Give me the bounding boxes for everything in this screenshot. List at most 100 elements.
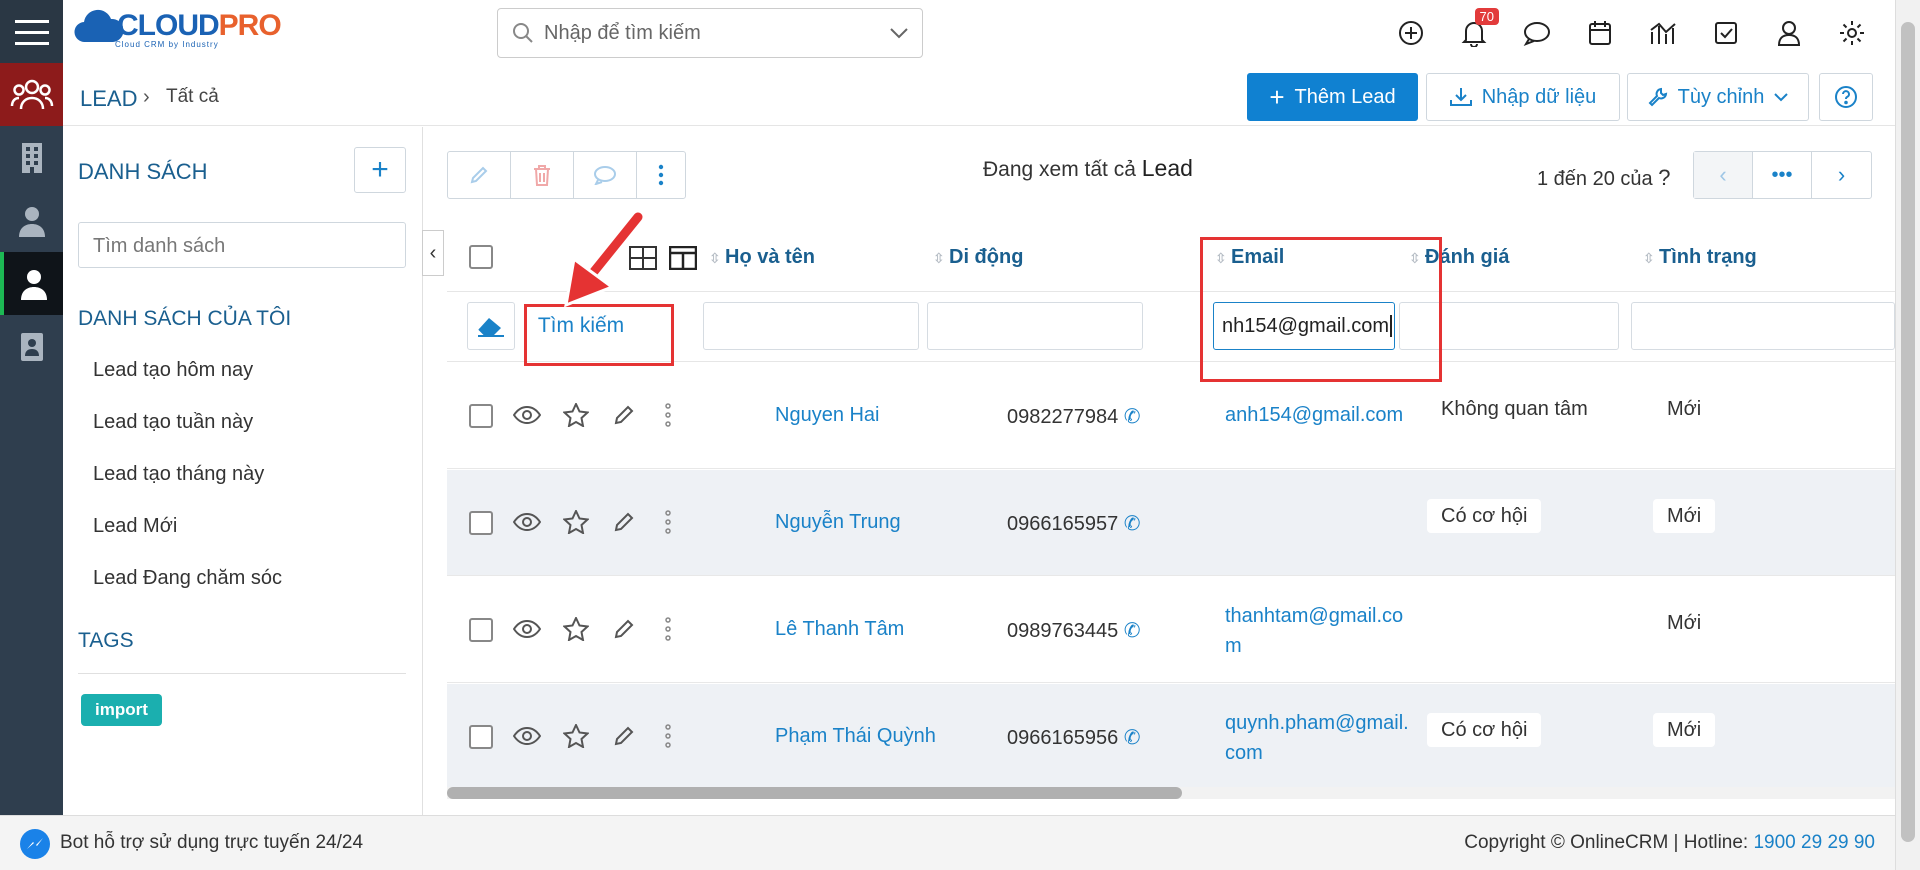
calendar-icon[interactable]: [1581, 14, 1619, 52]
row-checkbox[interactable]: [469, 511, 493, 535]
mobile-filter-input[interactable]: [927, 302, 1143, 350]
column-header-mobile[interactable]: ⇳ Di động: [933, 246, 1023, 269]
lead-phone-number: 0982277984: [1007, 406, 1119, 428]
row-checkbox[interactable]: [469, 404, 493, 428]
list-item[interactable]: Lead tạo hôm nay: [93, 359, 253, 382]
lead-status-value: Mới: [1667, 612, 1702, 634]
bell-icon[interactable]: 70: [1455, 8, 1499, 52]
row-checkbox[interactable]: [469, 725, 493, 749]
import-button[interactable]: Nhập dữ liệu: [1426, 73, 1620, 121]
pagination-total-help[interactable]: ?: [1658, 165, 1670, 190]
chevron-down-icon[interactable]: [890, 27, 908, 39]
horizontal-scrollbar-thumb[interactable]: [447, 787, 1182, 799]
add-lead-button[interactable]: + Thêm Lead: [1247, 73, 1418, 121]
lead-name[interactable]: Phạm Thái Quỳnh: [775, 725, 936, 748]
list-item[interactable]: Lead tạo tuần này: [93, 411, 253, 434]
edit-pencil-icon[interactable]: [613, 404, 635, 426]
list-search-input[interactable]: Tìm danh sách: [78, 222, 406, 268]
more-pages-icon[interactable]: •••: [1753, 152, 1812, 198]
eye-icon[interactable]: [513, 405, 541, 425]
nav-leads-group-icon[interactable]: [0, 63, 63, 126]
hotline-link[interactable]: 1900 29 29 90: [1753, 832, 1875, 853]
edit-pencil-icon[interactable]: [613, 725, 635, 747]
lead-email[interactable]: quynh.pham@gmail. com: [1225, 708, 1409, 768]
edit-pencil-icon[interactable]: [448, 152, 511, 198]
name-filter-input[interactable]: [703, 302, 919, 350]
next-page-chevron-icon[interactable]: ›: [1812, 152, 1871, 198]
select-all-checkbox[interactable]: [469, 245, 493, 269]
edit-pencil-icon[interactable]: [613, 511, 635, 533]
add-circle-icon[interactable]: [1392, 14, 1430, 52]
search-input[interactable]: Nhập để tìm kiếm: [544, 22, 890, 45]
clear-filter-eraser-icon[interactable]: [467, 302, 515, 350]
breadcrumb-module[interactable]: LEAD: [80, 86, 137, 112]
annotation-arrow-icon: [564, 210, 645, 308]
vertical-scrollbar[interactable]: [1895, 0, 1920, 870]
more-vertical-icon[interactable]: [665, 403, 671, 427]
lead-name[interactable]: Nguyễn Trung: [775, 511, 901, 534]
list-item[interactable]: Lead Mới: [93, 515, 177, 538]
add-list-button[interactable]: +: [354, 147, 406, 193]
more-vertical-icon[interactable]: [665, 724, 671, 748]
table-row[interactable]: Nguyen Hai 0982277984 ✆ anh154@gmail.com…: [447, 363, 1895, 469]
row-checkbox[interactable]: [469, 618, 493, 642]
nav-contact-icon[interactable]: [0, 189, 63, 252]
lead-phone: 0966165957 ✆: [1007, 511, 1141, 536]
status-filter-input[interactable]: [1631, 302, 1895, 350]
report-chart-icon[interactable]: [1644, 14, 1682, 52]
table-row[interactable]: Phạm Thái Quỳnh 0966165956 ✆ quynh.pham@…: [447, 684, 1895, 790]
support-bot-text[interactable]: Bot hỗ trợ sử dụng trực tuyến 24/24: [60, 832, 363, 854]
lead-status: Mới: [1653, 398, 1715, 421]
tag-import[interactable]: import: [81, 694, 162, 726]
list-item[interactable]: Lead Đang chăm sóc: [93, 567, 282, 590]
lead-status-value: Mới: [1653, 499, 1716, 533]
pagination: ‹ ••• ›: [1693, 151, 1872, 199]
nav-building-icon[interactable]: [0, 126, 63, 189]
eye-icon[interactable]: [513, 619, 541, 639]
comment-icon[interactable]: [574, 152, 637, 198]
list-item[interactable]: Lead tạo tháng này: [93, 463, 264, 486]
more-vertical-icon[interactable]: [665, 510, 671, 534]
phone-icon[interactable]: ✆: [1124, 513, 1141, 535]
messenger-icon[interactable]: [20, 829, 50, 859]
column-header-status[interactable]: ⇳ Tình trạng: [1643, 246, 1757, 269]
lead-email[interactable]: anh154@gmail.com: [1225, 400, 1403, 430]
chat-icon[interactable]: [1518, 14, 1556, 52]
sort-icon: ⇳: [1643, 249, 1655, 266]
help-button[interactable]: [1819, 73, 1873, 121]
table-row[interactable]: Lê Thanh Tâm 0989763445 ✆ thanhtam@gmail…: [447, 577, 1895, 683]
eye-icon[interactable]: [513, 726, 541, 746]
column-layout-icon[interactable]: [669, 246, 697, 270]
table-row[interactable]: Nguyễn Trung 0966165957 ✆ Có cơ hội Mới: [447, 470, 1895, 576]
star-icon[interactable]: [563, 617, 589, 641]
phone-icon[interactable]: ✆: [1124, 406, 1141, 428]
trash-icon[interactable]: [511, 152, 574, 198]
logo-text-main: CLOUD: [117, 9, 220, 42]
more-vertical-icon[interactable]: [637, 152, 685, 198]
gear-icon[interactable]: [1833, 14, 1871, 52]
menu-icon[interactable]: [0, 0, 63, 63]
global-search[interactable]: Nhập để tìm kiếm: [497, 8, 923, 58]
edit-pencil-icon[interactable]: [613, 618, 635, 640]
prev-page-chevron-icon[interactable]: ‹: [1694, 152, 1753, 198]
plus-icon: +: [1269, 81, 1285, 112]
task-check-icon[interactable]: [1707, 14, 1745, 52]
star-icon[interactable]: [563, 510, 589, 534]
nav-lead-icon[interactable]: [0, 252, 63, 315]
eye-icon[interactable]: [513, 512, 541, 532]
nav-document-icon[interactable]: [0, 315, 63, 378]
customize-button[interactable]: Tùy chỉnh: [1627, 73, 1809, 121]
more-vertical-icon[interactable]: [665, 617, 671, 641]
phone-icon[interactable]: ✆: [1124, 620, 1141, 642]
lead-email[interactable]: thanhtam@gmail.co m: [1225, 601, 1403, 661]
star-icon[interactable]: [563, 724, 589, 748]
logo-subtitle: Cloud CRM by Industry: [115, 40, 219, 49]
lead-name[interactable]: Nguyen Hai: [775, 404, 880, 427]
lead-name[interactable]: Lê Thanh Tâm: [775, 618, 904, 641]
column-header-name[interactable]: ⇳ Họ và tên: [709, 246, 815, 269]
star-icon[interactable]: [563, 403, 589, 427]
vertical-scrollbar-thumb[interactable]: [1901, 22, 1915, 842]
annotation-highlight-search: [524, 304, 674, 366]
phone-icon[interactable]: ✆: [1124, 727, 1141, 749]
user-profile-icon[interactable]: [1770, 14, 1808, 52]
